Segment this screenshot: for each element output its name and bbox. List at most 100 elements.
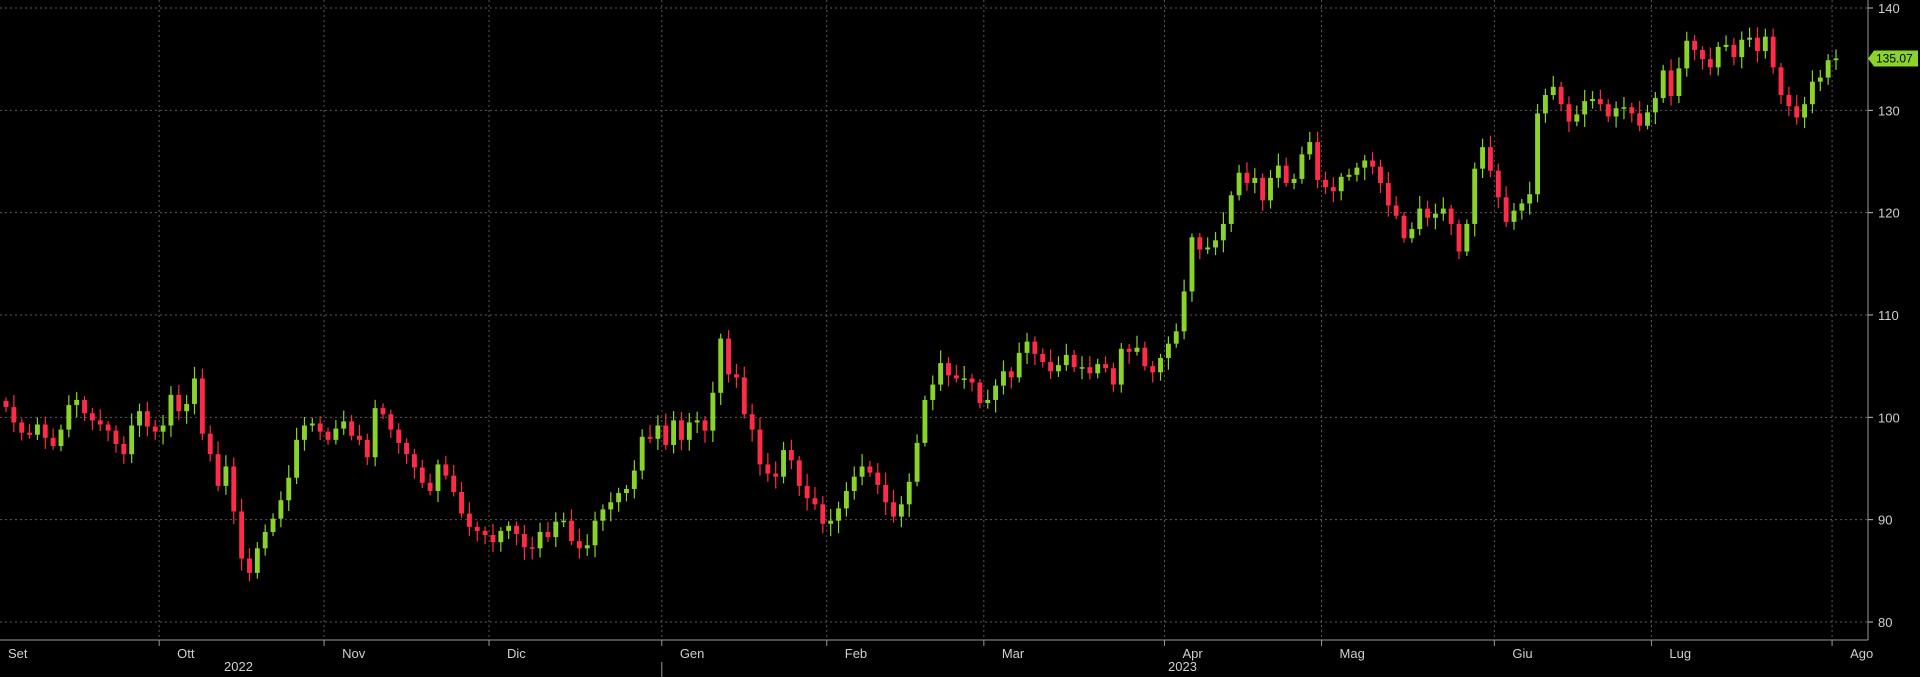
candle-body bbox=[993, 385, 999, 400]
candle-body bbox=[404, 442, 409, 455]
candle-body bbox=[1503, 197, 1509, 222]
candle-body bbox=[1550, 86, 1556, 95]
candle-body bbox=[1205, 247, 1211, 250]
candle-body bbox=[631, 470, 637, 489]
candle-body bbox=[537, 531, 543, 549]
candle-body bbox=[906, 481, 912, 505]
candle-body bbox=[1645, 112, 1650, 126]
candle-body bbox=[129, 425, 135, 455]
candle-body bbox=[1362, 160, 1368, 168]
y-tick-label: 90 bbox=[1878, 513, 1892, 528]
candle-body bbox=[616, 493, 622, 503]
x-month-label: Lug bbox=[1669, 646, 1691, 661]
candle-body bbox=[1071, 354, 1077, 368]
candle-body bbox=[953, 375, 959, 379]
candle-body bbox=[1079, 367, 1085, 369]
candle-body bbox=[490, 535, 496, 543]
candle-body bbox=[74, 399, 80, 406]
candle-body bbox=[1244, 172, 1250, 183]
candle-body bbox=[278, 500, 284, 519]
candle-body bbox=[199, 378, 205, 434]
candle-body bbox=[1731, 44, 1737, 58]
candle-body bbox=[1393, 205, 1399, 216]
x-year-label: 2022 bbox=[224, 659, 253, 674]
candle-body bbox=[262, 531, 268, 549]
candle-body bbox=[1142, 347, 1148, 367]
candle-body bbox=[137, 411, 142, 426]
candle-body bbox=[1126, 348, 1132, 352]
candle bbox=[1660, 64, 1666, 103]
candle-body bbox=[1566, 104, 1572, 122]
candle-body bbox=[781, 450, 786, 477]
candle-body bbox=[1299, 154, 1305, 179]
candle-body bbox=[1291, 178, 1297, 183]
candle-body bbox=[749, 414, 755, 430]
x-month-label: Ott bbox=[177, 646, 195, 661]
candle-body bbox=[152, 426, 158, 432]
last-price-marker: 135.07 bbox=[1868, 50, 1918, 67]
candle-body bbox=[1056, 365, 1061, 372]
candle-body bbox=[1558, 86, 1564, 105]
candle-body bbox=[1825, 60, 1831, 78]
candle-body bbox=[828, 520, 834, 524]
x-year-label: 2023 bbox=[1168, 659, 1197, 674]
candle-body bbox=[396, 429, 402, 443]
candle-body bbox=[788, 450, 794, 461]
candle-body bbox=[1747, 37, 1753, 40]
candle-body bbox=[1511, 210, 1517, 222]
candle-body bbox=[113, 430, 119, 444]
candle-body bbox=[19, 422, 25, 433]
candle-body bbox=[569, 520, 574, 542]
candle-body bbox=[757, 429, 763, 465]
candle-body bbox=[851, 476, 857, 492]
candle-body bbox=[1456, 223, 1462, 252]
candle-body bbox=[836, 508, 841, 521]
candle-body bbox=[1440, 208, 1446, 214]
candle-body bbox=[1095, 364, 1101, 374]
candle-body bbox=[1527, 194, 1533, 204]
candle-body bbox=[1040, 353, 1046, 363]
candle-body bbox=[42, 424, 48, 438]
x-month-label: Giu bbox=[1512, 646, 1532, 661]
candle-body bbox=[1574, 114, 1580, 122]
candle-body bbox=[741, 377, 747, 415]
candle-body bbox=[1008, 371, 1014, 378]
candle-body bbox=[608, 502, 614, 510]
candle-body bbox=[168, 394, 174, 426]
candle bbox=[199, 368, 205, 440]
candle-body bbox=[1621, 107, 1627, 109]
candle-body bbox=[898, 504, 904, 517]
candle-body bbox=[773, 473, 779, 477]
candle-body bbox=[553, 521, 559, 538]
candle-body bbox=[1700, 49, 1705, 60]
candle-body bbox=[529, 547, 535, 549]
candle-body bbox=[1181, 291, 1187, 332]
candle-body bbox=[985, 399, 991, 404]
candle-body bbox=[231, 466, 237, 512]
candle-body bbox=[930, 384, 936, 400]
candle-body bbox=[160, 425, 166, 432]
candle-body bbox=[545, 531, 551, 538]
candle-body bbox=[1448, 208, 1454, 224]
candle-body bbox=[506, 525, 512, 531]
candle-body bbox=[561, 520, 567, 523]
candle-body bbox=[867, 466, 873, 473]
candle-body bbox=[1692, 40, 1698, 50]
candle-body bbox=[1189, 237, 1195, 292]
x-month-label: Dic bbox=[507, 646, 526, 661]
candle-body bbox=[474, 526, 480, 531]
candle-body bbox=[247, 558, 252, 573]
candle-body bbox=[1315, 142, 1321, 180]
candle-body bbox=[1354, 167, 1360, 175]
candle-body bbox=[883, 484, 889, 503]
candle-body bbox=[1401, 215, 1407, 239]
candle-body bbox=[1370, 160, 1376, 167]
candle-body bbox=[977, 382, 983, 404]
candle-body bbox=[1480, 147, 1486, 169]
x-month-label: Set bbox=[8, 646, 28, 661]
candle-body bbox=[286, 477, 292, 501]
y-tick-label: 110 bbox=[1878, 308, 1899, 323]
candle-body bbox=[1755, 37, 1760, 51]
candle-body bbox=[1802, 104, 1808, 118]
candle-body bbox=[1378, 166, 1383, 183]
